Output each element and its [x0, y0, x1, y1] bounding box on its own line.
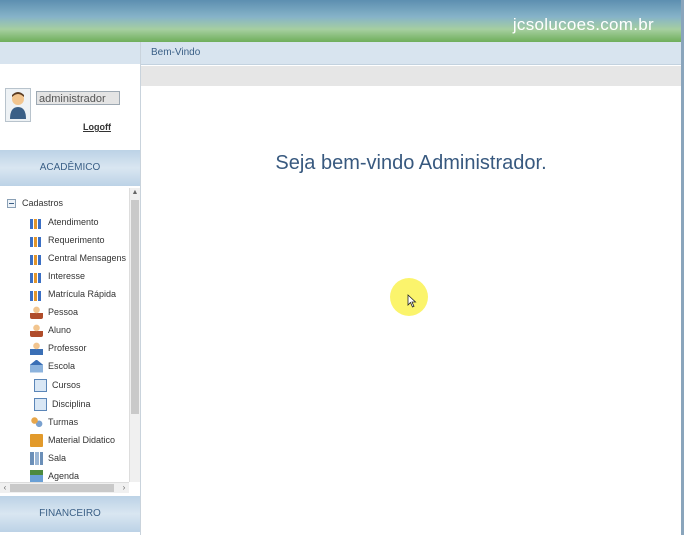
nav-tree: Cadastros Atendimento Requerimento Centr… [0, 188, 140, 488]
tree-item-requerimento[interactable]: Requerimento [30, 232, 105, 248]
chart-icon [30, 218, 43, 229]
document-icon [34, 378, 47, 392]
tree-item-aluno[interactable]: Aluno [30, 322, 71, 338]
material-icon [30, 433, 43, 447]
tree-item-label: Matrícula Rápida [48, 289, 117, 299]
welcome-message: Seja bem-vindo Administrador. [275, 152, 547, 174]
tree-item-sala[interactable]: Sala [30, 450, 66, 466]
tree-item-escola[interactable]: Escola [30, 358, 75, 374]
tree-item-central-mensagens[interactable]: Central Mensagens [30, 250, 126, 266]
scroll-right-icon[interactable]: › [119, 483, 129, 493]
tree-item-interesse[interactable]: Interesse [30, 268, 85, 284]
tree-horizontal-scrollbar[interactable]: ‹ › [0, 482, 129, 493]
section-financeiro[interactable]: FINANCEIRO [0, 496, 140, 532]
calendar-icon [30, 469, 43, 483]
tree-item-label: Professor [48, 343, 87, 353]
tab-label: Bem-Vindo [151, 47, 201, 58]
tree-vertical-scrollbar[interactable]: ▲ [129, 188, 140, 482]
username-field[interactable]: administrador [36, 91, 120, 105]
user-avatar-icon [5, 88, 31, 122]
person-icon [30, 305, 43, 319]
tree-item-label: Aluno [48, 325, 72, 335]
room-icon [30, 451, 43, 465]
section-academico[interactable]: ACADÊMICO [0, 150, 140, 186]
sidebar-top-bar [0, 42, 140, 64]
collapse-icon[interactable] [7, 198, 16, 208]
group-icon [30, 415, 43, 429]
tree-item-cursos[interactable]: Cursos [34, 377, 81, 393]
logoff-link[interactable]: Logoff [83, 122, 111, 132]
chart-icon [30, 254, 43, 265]
tree-item-label: Material Didatico [48, 435, 116, 445]
toolbar-strip [141, 66, 681, 86]
tree-item-label: Escola [48, 361, 76, 371]
student-icon [30, 323, 43, 337]
chart-icon [30, 290, 43, 301]
tree-item-matricula-rapida[interactable]: Matrícula Rápida [30, 286, 116, 302]
chart-icon [30, 236, 43, 247]
tree-item-material-didatico[interactable]: Material Didatico [30, 432, 115, 448]
tree-item-label: Agenda [48, 471, 80, 481]
tree-item-label: Pessoa [48, 307, 79, 317]
tree-item-label: Requerimento [48, 235, 105, 245]
scroll-up-icon[interactable]: ▲ [130, 188, 140, 198]
tree-item-label: Interesse [48, 271, 86, 281]
tree-item-label: Disciplina [52, 399, 91, 409]
tree-item-atendimento[interactable]: Atendimento [30, 214, 99, 230]
tree-item-label: Sala [48, 453, 67, 463]
tree-item-professor[interactable]: Professor [30, 340, 87, 356]
tree-item-label: Cursos [52, 380, 81, 390]
scroll-thumb[interactable] [131, 200, 139, 414]
teacher-icon [30, 341, 43, 355]
document-icon [34, 397, 47, 411]
scroll-left-icon[interactable]: ‹ [0, 483, 10, 493]
mouse-cursor-icon [407, 294, 417, 308]
tree-item-pessoa[interactable]: Pessoa [30, 304, 78, 320]
scroll-thumb[interactable] [10, 484, 114, 492]
tree-item-disciplina[interactable]: Disciplina [34, 396, 91, 412]
sidebar: administrador Logoff ACADÊMICO Cadastros… [0, 42, 141, 535]
chart-icon [30, 272, 43, 283]
site-name: jcsolucoes.com.br [512, 15, 654, 34]
tree-item-label: Central Mensagens [48, 253, 127, 263]
tree-item-turmas[interactable]: Turmas [30, 414, 78, 430]
tab-bem-vindo[interactable]: Bem-Vindo [141, 42, 681, 65]
tree-item-label: Turmas [48, 417, 79, 427]
tree-root-cadastros[interactable]: Cadastros [7, 196, 63, 210]
tree-root-label: Cadastros [22, 198, 64, 208]
top-banner: jcsolucoes.com.br [0, 0, 684, 42]
tree-item-label: Atendimento [48, 217, 99, 227]
school-icon [30, 359, 43, 373]
